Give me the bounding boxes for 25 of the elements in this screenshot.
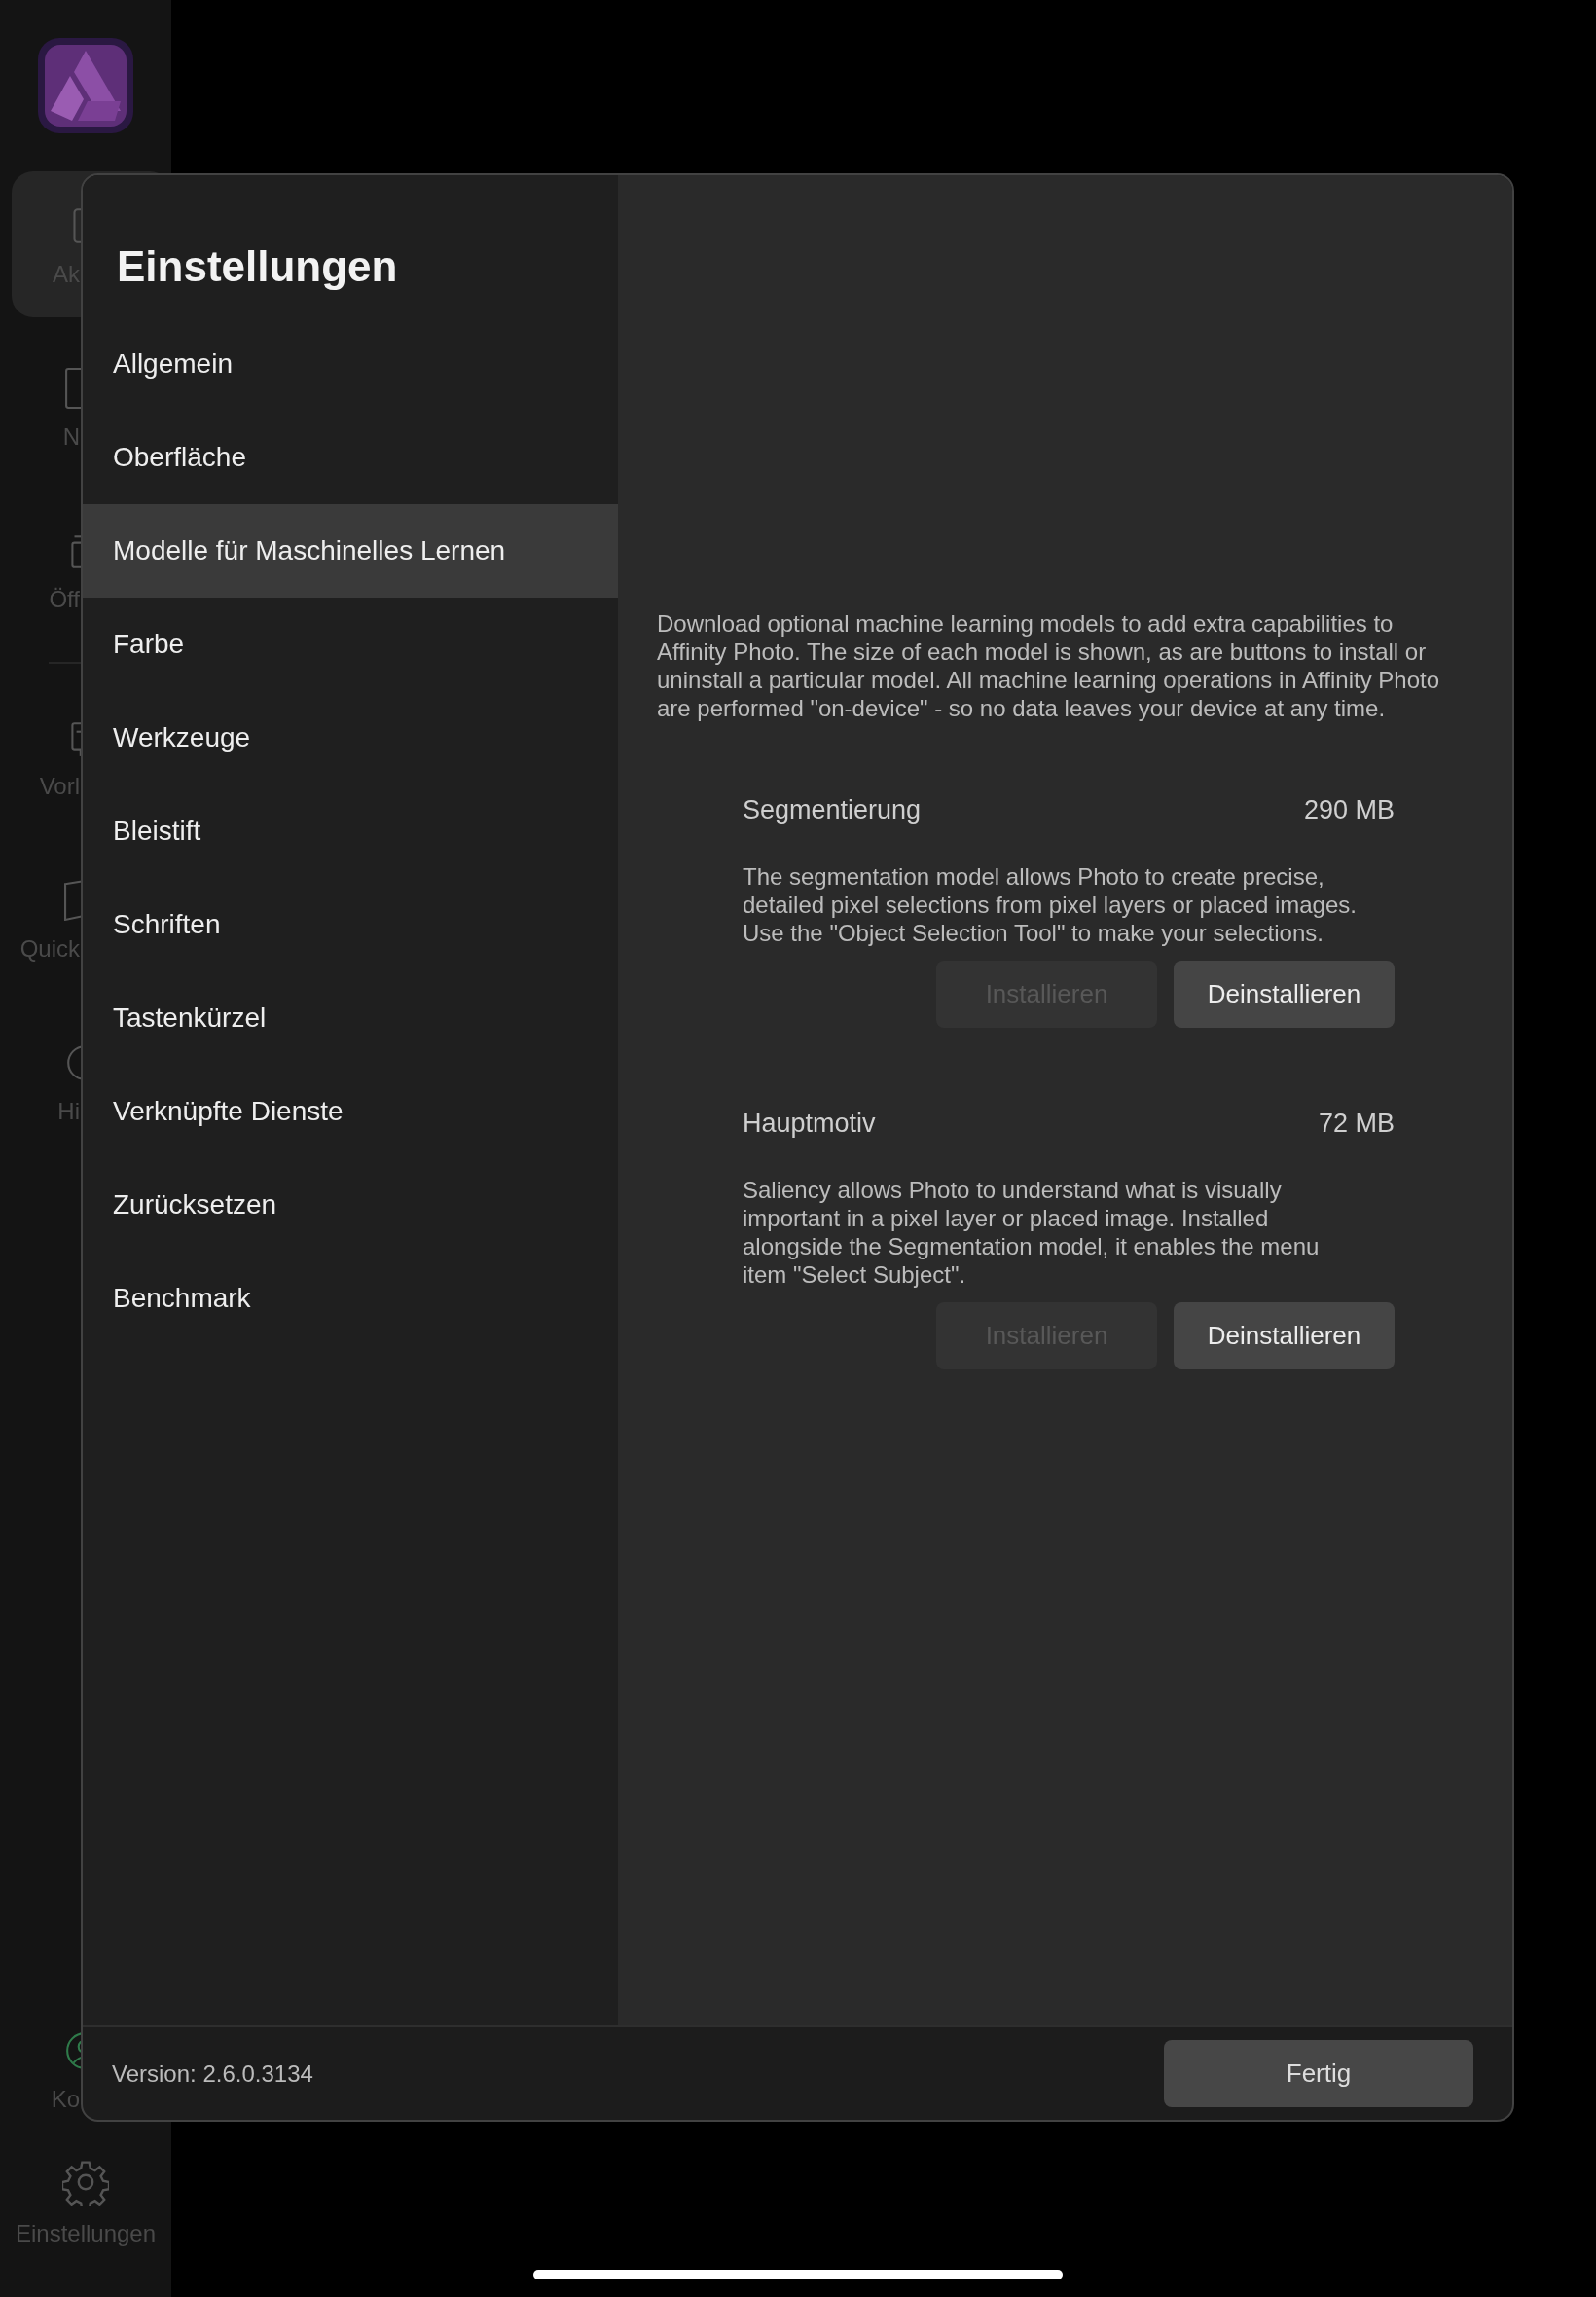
version-text: Version: 2.6.0.3134 [112,2060,313,2088]
model-size: 290 MB [1303,794,1395,826]
nav-item[interactable]: Benchmark [83,1252,618,1345]
app-logo-icon [37,37,134,134]
settings-icon[interactable] [62,2159,109,2206]
nav-item[interactable]: Bleistift [83,784,618,878]
nav-item[interactable]: Modelle für Maschinelles Lernen [83,504,618,598]
nav-item[interactable]: Tastenkürzel [83,971,618,1065]
uninstall-button[interactable]: Deinstallieren [1174,961,1395,1028]
dialog-title: Einstellungen [117,241,399,292]
nav-item[interactable]: Schriften [83,878,618,971]
model-name: Hauptmotiv [743,1108,876,1140]
nav-item[interactable]: Farbe [83,598,618,691]
model-description: Saliency allows Photo to understand what is visually important in a pixel layer or placed image. Installed alongside the Segmentation model, it enables the menu item "Select Subject". [743,1176,1321,1289]
nav-item[interactable]: Verknüpfte Dienste [83,1065,618,1158]
model-size: 72 MB [1318,1108,1395,1140]
nav-item[interactable]: Oberfläche [83,411,618,504]
done-button[interactable]: Fertig [1164,2040,1473,2107]
model-description: The segmentation model allows Photo to create precise, detailed pixel selections from pixel layers or placed images. Use the "Object Selection Tool" to make your selections. [743,862,1358,947]
nav-item[interactable]: Werkzeuge [83,691,618,784]
nav-item[interactable]: Allgemein [83,317,618,411]
uninstall-button[interactable]: Deinstallieren [1174,1302,1395,1369]
intro-text: Download optional machine learning models to add extra capabilities to Affinity Photo. The size of each model is shown, as are buttons to install or uninstall a particular model. All machine learning operations in Affinity Photo are performed "on-device" - so no data leaves your device at any time. [657,609,1441,722]
nav-item[interactable]: Zurücksetzen [83,1158,618,1252]
model-name: Segmentierung [743,794,922,826]
